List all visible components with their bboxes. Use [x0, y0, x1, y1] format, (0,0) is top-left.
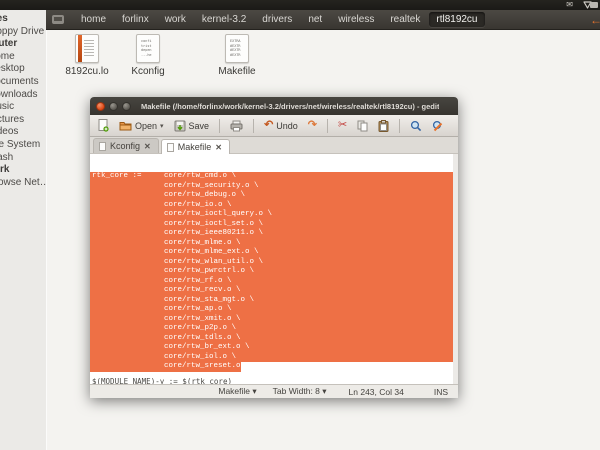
sidebar-item-home[interactable]: Home: [0, 51, 46, 64]
gedit-statusbar: Makefile ▾ Tab Width: 8 ▾ Ln 243, Col 34…: [90, 384, 458, 398]
close-button[interactable]: [96, 102, 105, 111]
sidebar-item-trash[interactable]: Trash: [0, 152, 46, 165]
indicator-area: ✉: [566, 0, 592, 10]
file-label: 8192cu.lo: [55, 66, 119, 77]
cut-icon: ✂: [338, 120, 347, 131]
redo-button[interactable]: ↷: [305, 119, 320, 132]
breadcrumb-net[interactable]: net: [301, 12, 329, 27]
redo-icon: ↷: [308, 120, 317, 131]
toolbar-separator: [219, 119, 220, 133]
window-title: Makefile (/home/forlinx/work/kernel-3.2/…: [141, 102, 439, 111]
cursor-position: Ln 243, Col 34: [349, 387, 404, 397]
document-icon: [167, 143, 174, 152]
sidebar-item-browse-network[interactable]: Browse Net…: [0, 177, 46, 190]
tab-kconfig[interactable]: Kconfig ✕: [93, 138, 159, 153]
sidebar-item-desktop[interactable]: Desktop: [0, 63, 46, 76]
paste-button[interactable]: [375, 119, 392, 133]
undo-icon: ↶: [264, 120, 273, 131]
toolbar-separator: [327, 119, 328, 133]
back-arrow-icon[interactable]: ←: [590, 13, 600, 27]
breadcrumb-home[interactable]: home: [74, 12, 113, 27]
sidebar-list: Devices Floppy Drive Computer Home Deskt…: [0, 13, 46, 189]
breadcrumb-wireless[interactable]: wireless: [331, 12, 381, 27]
top-panel: ✉: [0, 0, 600, 10]
sidebar-item-music[interactable]: Music: [0, 101, 46, 114]
sidebar-section-computer: Computer: [0, 38, 46, 51]
lo-stripe: [78, 35, 82, 62]
doc-lines: [84, 40, 94, 58]
tab-close-icon[interactable]: ✕: [215, 143, 222, 152]
selected-text: rtk_core := core/rtw_cmd.o \ core/rtw_se…: [90, 172, 453, 372]
tab-label: Kconfig: [110, 141, 140, 151]
breadcrumb-realtek[interactable]: realtek: [383, 12, 427, 27]
gedit-tabbar: Kconfig ✕ Makefile ✕: [90, 137, 458, 154]
language-selector[interactable]: Makefile ▾: [218, 386, 256, 397]
sidebar-item-documents[interactable]: Documents: [0, 76, 46, 89]
filemanager-sidebar: Devices Floppy Drive Computer Home Deskt…: [0, 10, 46, 450]
doc-preview-text: confi trist depen ---he: [141, 39, 152, 57]
text-document-icon: confi trist depen ---he: [136, 34, 160, 63]
find-button[interactable]: [407, 119, 425, 133]
maximize-button[interactable]: [122, 102, 131, 111]
text-document-icon: EXTRA #EXTR #EXTR #EXTR: [225, 34, 249, 63]
file-makefile[interactable]: EXTRA #EXTR #EXTR #EXTR Makefile: [205, 34, 269, 77]
clipped-indicator-icon[interactable]: [590, 2, 598, 8]
print-button[interactable]: [227, 119, 246, 133]
file-label: Makefile: [205, 66, 269, 77]
document-icon: [99, 142, 106, 151]
toolbar-separator: [253, 119, 254, 133]
new-document-button[interactable]: [95, 118, 112, 133]
breadcrumb-kernel[interactable]: kernel-3.2: [195, 12, 253, 27]
file-8192cu-lo[interactable]: 8192cu.lo: [55, 34, 119, 77]
save-label: Save: [189, 121, 210, 131]
breadcrumb-forlinx[interactable]: forlinx: [115, 12, 156, 27]
minimize-button[interactable]: [109, 102, 118, 111]
undo-button[interactable]: ↶ Undo: [261, 119, 301, 132]
open-label: Open: [135, 121, 157, 131]
gedit-toolbar: Open ▾ Save ↶ Undo ↷ ✂: [90, 115, 458, 137]
sidebar-item-floppy[interactable]: Floppy Drive: [0, 26, 46, 39]
computer-icon: [52, 15, 64, 24]
breadcrumb-drivers[interactable]: drivers: [255, 12, 299, 27]
insert-mode-badge: INS: [434, 387, 448, 397]
tab-label: Makefile: [178, 142, 212, 152]
sidebar-section-network: Network: [0, 164, 46, 177]
save-button[interactable]: Save: [171, 119, 213, 133]
gedit-window: Makefile (/home/forlinx/work/kernel-3.2/…: [90, 97, 458, 398]
sidebar-section-devices: Devices: [0, 13, 46, 26]
mail-indicator-icon[interactable]: ✉: [566, 0, 573, 10]
breadcrumb: home forlinx work kernel-3.2 drivers net…: [46, 10, 600, 30]
clipped-text-line: $(MODULE_NAME)-y := $(rtk_core): [92, 377, 232, 384]
sidebar-item-pictures[interactable]: Pictures: [0, 114, 46, 127]
gedit-titlebar[interactable]: Makefile (/home/forlinx/work/kernel-3.2/…: [90, 97, 458, 115]
sidebar-item-videos[interactable]: Videos: [0, 126, 46, 139]
copy-button[interactable]: [354, 119, 371, 133]
doc-preview-text: EXTRA #EXTR #EXTR #EXTR: [230, 39, 241, 57]
toolbar-separator: [399, 119, 400, 133]
replace-button[interactable]: [429, 119, 447, 133]
sidebar-item-downloads[interactable]: Downloads: [0, 89, 46, 102]
open-button[interactable]: Open ▾: [116, 119, 167, 132]
text-selection: rtk_core := core/rtw_cmd.o \ core/rtw_se…: [90, 172, 453, 372]
file-label: Kconfig: [116, 66, 180, 77]
undo-label: Undo: [276, 121, 298, 131]
breadcrumb-rtl8192cu[interactable]: rtl8192cu: [429, 12, 484, 27]
tab-close-icon[interactable]: ✕: [144, 142, 151, 151]
document-icon: [75, 34, 99, 63]
sidebar-item-filesystem[interactable]: File System: [0, 139, 46, 152]
editor-textarea[interactable]: rtk_core := core/rtw_cmd.o \ core/rtw_se…: [90, 154, 458, 384]
editor-scrollbar[interactable]: [453, 154, 458, 384]
file-kconfig[interactable]: confi trist depen ---he Kconfig: [116, 34, 180, 77]
tab-width-selector[interactable]: Tab Width: 8 ▾: [273, 386, 327, 397]
cut-button[interactable]: ✂: [335, 119, 350, 132]
breadcrumb-work[interactable]: work: [158, 12, 193, 27]
open-dropdown-icon[interactable]: ▾: [160, 122, 164, 130]
tab-makefile[interactable]: Makefile ✕: [161, 139, 230, 154]
